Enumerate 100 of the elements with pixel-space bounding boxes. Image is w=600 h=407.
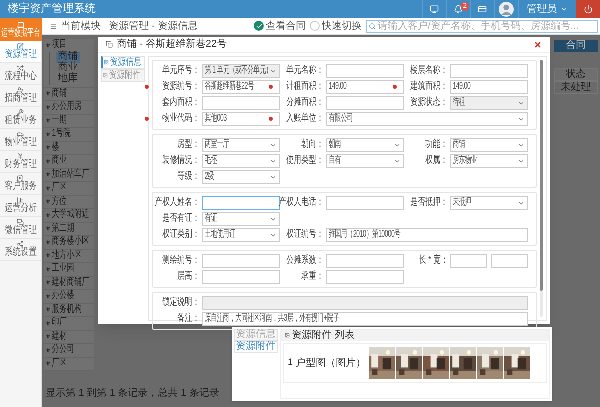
tree-item[interactable]: 厂区 [44,182,94,194]
tree-item[interactable]: 一期 [44,114,94,127]
hash-icon [46,307,51,312]
text-field[interactable]: 149.00 [326,80,404,94]
tree-item[interactable]: 厂区 [44,358,94,370]
sidebar-item[interactable]: 运营分析 [0,195,41,217]
sidebar-item[interactable]: 财务管理 [0,151,41,173]
bar-chart-icon [17,197,24,204]
chevron-icon [394,158,401,164]
tree-item[interactable]: 办公楼 [44,290,94,302]
field-label: 长 * 宽： [418,256,448,266]
sidebar-item[interactable]: 流程中心 [0,63,41,85]
sidebar-item[interactable]: 招商管理 [0,85,41,107]
text-field[interactable] [491,254,528,268]
select-field[interactable]: 毛坯 [202,154,280,168]
user-plus-icon [17,87,24,94]
dialog-tab[interactable]: 资源信息 [101,56,145,69]
select-field[interactable]: 未抵押 [450,196,528,210]
tree-item[interactable]: 商务楼小区 [44,236,94,248]
card-icon [478,4,487,14]
hash-icon [46,186,51,191]
select-field[interactable]: 2级 [202,170,280,184]
hash-icon [46,294,51,299]
image-icon [103,73,108,78]
tree-item[interactable]: 印厂 [44,317,94,330]
row-number: 1 [288,356,294,370]
panel-tab[interactable]: 资源附件 [234,341,278,353]
tree-item[interactable]: 1号院 [44,128,94,140]
platform-button[interactable]: 运营数据平台 [0,18,42,41]
text-field[interactable] [202,254,280,268]
hash-icon [46,42,51,48]
sidebar-item[interactable]: 资源管理 [0,41,41,63]
text-field[interactable] [326,270,404,284]
toggle-option[interactable] [254,21,264,31]
sidebar-item[interactable]: 租赁业务 [0,107,41,129]
text-field[interactable]: 149.00 [450,80,528,94]
field-label: 单元名称： [286,66,324,76]
hash-icon [46,280,51,286]
close-button[interactable] [534,40,542,48]
tree-child[interactable]: 商铺 [56,52,80,62]
chevron-icon [394,142,401,148]
tree-item[interactable]: 分公司 [44,344,94,356]
tree-item[interactable]: 商业 [44,155,94,168]
text-field[interactable] [326,64,404,78]
tree-item[interactable]: 第二期 [44,222,94,235]
sidebar-item[interactable]: 客户服务 [0,173,41,195]
hash-icon [46,253,51,258]
list-icon [50,22,57,30]
field-label: 权属： [426,156,448,166]
field-label: 资源编号： [162,82,200,92]
toggle-option[interactable] [310,21,320,31]
text-field[interactable] [326,96,404,110]
tree-item[interactable]: 建材商铺厂 [44,276,94,289]
text-field[interactable] [202,270,280,284]
text-field[interactable] [450,64,528,78]
tree-item[interactable]: 楼 [44,142,94,154]
sidebar-item[interactable]: 微信管理 [0,217,41,239]
field-label: 入账单位： [286,114,324,124]
tree-child[interactable]: 商业 [56,62,80,74]
text-field[interactable] [326,254,404,268]
car-icon [17,131,24,138]
field-label: 房型： [178,140,200,150]
tree-child[interactable]: 地库 [56,74,80,84]
select-field[interactable]: 有限公司 [326,112,528,126]
text-field[interactable] [202,96,280,110]
text-field[interactable]: 其他003 [202,112,280,126]
tree-item[interactable]: 办公用房 [44,101,94,114]
select-field[interactable]: 有证 [202,212,280,226]
option-label: 快速切换 [322,20,362,34]
field-label: 是否有证： [162,214,200,224]
contact-card-icon [17,175,24,182]
tree-item[interactable]: 商铺 [44,88,94,100]
text-field[interactable] [202,196,280,210]
select-field[interactable]: 朝南 [326,138,404,152]
pagination-info: 显示第 1 到第 1 条记录，总共 1 条记录 [46,386,220,401]
chat-icon [17,219,24,226]
tree-item[interactable]: 方位 [44,196,94,208]
select-field[interactable]: 自有 [326,154,404,168]
sidebar-item[interactable]: 系统设置 [0,239,41,261]
field-label: 朝向： [302,140,324,150]
panel-tab[interactable]: 资源信息 [234,329,278,341]
image-icon [285,333,290,338]
select-field[interactable]: 土地使用证 [202,228,280,242]
tree-item[interactable]: 地方小区 [44,250,94,262]
sidebar-item[interactable]: 物业管理 [0,129,41,151]
contract-button[interactable]: 合同 [554,40,598,52]
hash-icon [46,212,51,218]
tree-item[interactable]: 建材 [44,330,94,343]
field-label: 公摊系数： [286,256,324,266]
tree-item[interactable]: 加油站车厂 [44,168,94,181]
text-field[interactable] [326,196,404,210]
tree-item[interactable]: 工业园 [44,263,94,276]
tree-item[interactable]: 服务机构 [44,304,94,316]
power-icon [584,4,592,14]
power-button[interactable] [576,0,600,18]
tree-item[interactable]: 项目 [44,39,94,52]
text-field[interactable] [450,254,487,268]
dialog-tab[interactable]: 资源附件 [101,69,145,82]
hash-icon [46,240,51,245]
tree-item[interactable]: 大学城附近 [44,209,94,222]
